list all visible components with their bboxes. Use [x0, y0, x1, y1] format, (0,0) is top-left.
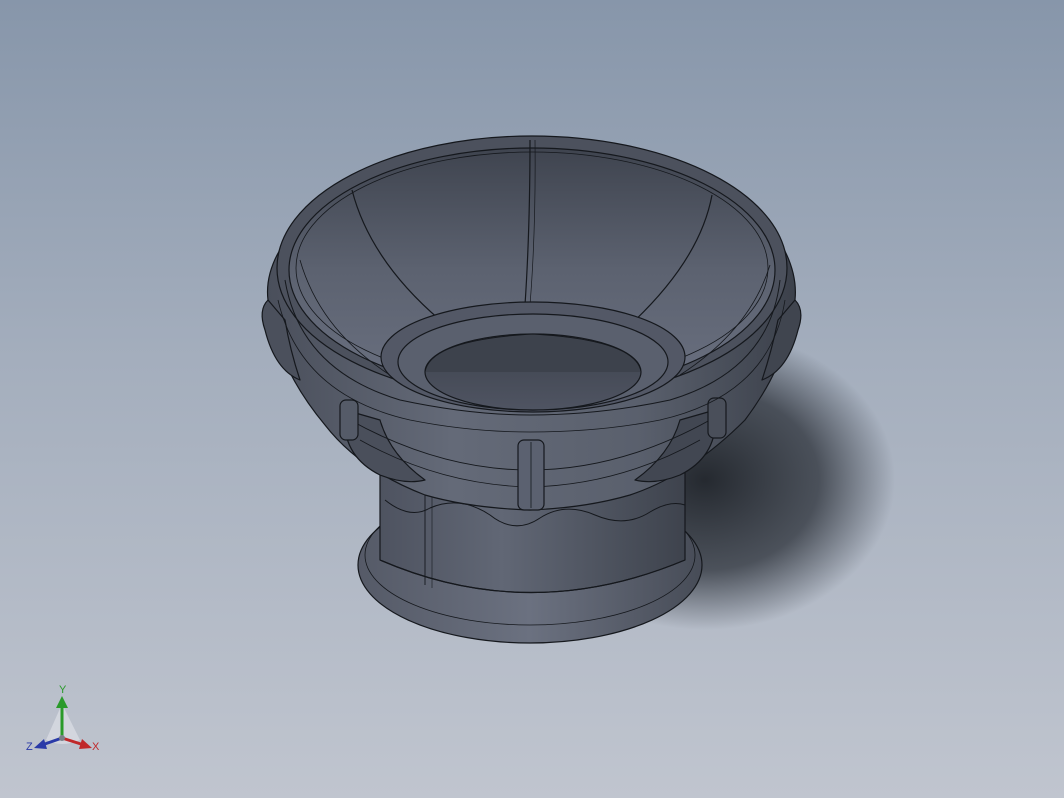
x-axis-label: X — [92, 741, 100, 753]
triad-origin — [59, 735, 65, 741]
bowl-tab — [339, 399, 359, 441]
bowl-tab — [707, 397, 727, 439]
y-axis-arrow — [56, 696, 68, 708]
orientation-triad[interactable]: Y X Z — [22, 682, 112, 762]
z-axis-arrow — [34, 739, 47, 749]
x-axis-arrow — [79, 739, 92, 749]
y-axis-label: Y — [59, 684, 67, 696]
z-axis-label: Z — [26, 741, 33, 753]
graphics-viewport[interactable] — [0, 0, 1064, 798]
